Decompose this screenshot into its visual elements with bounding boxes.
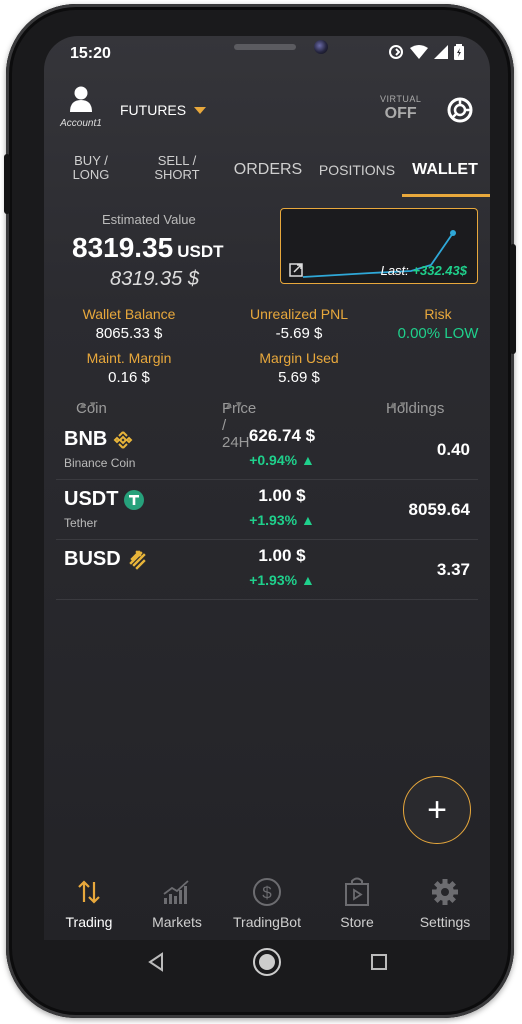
store-bag-icon: [345, 877, 369, 906]
table-row[interactable]: BUSD 1.00 $ +1.93% ▲ 3.37: [56, 540, 478, 600]
tether-coin-icon: [124, 489, 145, 510]
app-screen: 15:20 Account1 FUTURES VIRTUAL OFF BUY /…: [44, 36, 490, 940]
sort-icon: ▲▼: [224, 400, 244, 411]
tab-sell-short[interactable]: SELL / SHORT: [148, 154, 206, 182]
nav-tradingbot[interactable]: $ TradingBot: [222, 874, 312, 930]
coin-holdings: 8059.64: [408, 500, 470, 519]
nav-markets[interactable]: Markets: [132, 874, 222, 930]
speaker-notch: [234, 44, 296, 50]
volume-button: [4, 154, 10, 214]
bottom-nav: Trading Markets $ TradingBot Store Setti…: [44, 868, 490, 940]
estimated-value: 8319.35 USDT: [72, 232, 224, 263]
tab-wallet[interactable]: WALLET: [406, 162, 484, 178]
mode-label: FUTURES: [120, 102, 187, 118]
status-icons: [388, 44, 464, 60]
nav-settings[interactable]: Settings: [400, 874, 490, 930]
coin-holdings: 3.37: [436, 560, 470, 579]
coin-symbol: BUSD: [64, 548, 147, 571]
chevron-down-icon: [194, 106, 207, 114]
sort-icon: ▲▼: [388, 400, 408, 411]
coin-price: 1.00 $: [258, 546, 306, 565]
sort-icon: ▲▼: [78, 400, 98, 411]
risk: Risk 0.00% LOW: [397, 306, 479, 342]
arrows-up-down-icon: [78, 880, 100, 904]
margin-used: Margin Used 5.69 $: [259, 350, 339, 386]
account-button[interactable]: Account1: [58, 86, 104, 129]
last-change: Last: +332.43$: [380, 263, 467, 278]
power-button: [510, 244, 516, 354]
table-row[interactable]: USDT Tether 1.00 $ +1.93% ▲ 8059.64: [56, 480, 478, 540]
external-link-icon[interactable]: [289, 263, 303, 277]
bar-chart-icon: [163, 880, 189, 904]
coin-symbol: BNB: [64, 428, 133, 451]
estimated-value-label: Estimated Value: [102, 212, 196, 227]
signal-icon: [434, 45, 448, 59]
coin-name: Binance Coin: [64, 456, 136, 470]
portfolio-chart-button[interactable]: [446, 96, 474, 129]
tab-positions[interactable]: POSITIONS: [316, 163, 398, 178]
home-icon[interactable]: [252, 947, 282, 977]
nav-trading[interactable]: Trading: [44, 874, 134, 930]
user-icon: [70, 86, 92, 112]
coin-change: +0.94% ▲: [249, 452, 315, 468]
trade-tabs: BUY / LONG SELL / SHORT ORDERS POSITIONS…: [44, 154, 490, 198]
coin-holdings: 0.40: [436, 440, 470, 459]
account-label: Account1: [60, 118, 102, 129]
gear-icon: [432, 879, 458, 905]
battery-icon: [454, 44, 464, 60]
table-row[interactable]: BNB Binance Coin 626.74 $ +0.94% ▲ 0.40: [56, 420, 478, 480]
system-nav-bar: [44, 940, 490, 994]
phone-frame: 15:20 Account1 FUTURES VIRTUAL OFF BUY /…: [4, 4, 516, 1018]
coin-price: 626.74 $: [248, 426, 316, 445]
virtual-label: VIRTUAL: [380, 94, 422, 104]
virtual-toggle[interactable]: VIRTUAL OFF: [380, 94, 421, 123]
active-tab-indicator: [402, 194, 490, 197]
recents-icon[interactable]: [370, 953, 388, 971]
sync-icon: [389, 45, 403, 59]
top-bar: Account1 FUTURES VIRTUAL OFF: [44, 86, 490, 136]
tab-orders[interactable]: ORDERS: [232, 162, 304, 178]
maint-margin: Maint. Margin 0.16 $: [86, 350, 172, 386]
coin-symbol: USDT: [64, 488, 145, 511]
nav-store[interactable]: Store: [312, 874, 402, 930]
virtual-value: OFF: [384, 105, 417, 122]
coin-price: 1.00 $: [258, 486, 306, 505]
coin-change: +1.93% ▲: [249, 512, 315, 528]
svg-text:$: $: [262, 883, 272, 902]
coin-change: +1.93% ▲: [249, 572, 315, 588]
wallet-balance: Wallet Balance 8065.33 $: [82, 306, 176, 342]
balance-mini-chart[interactable]: Last: +332.43$: [280, 208, 478, 284]
unrealized-pnl: Unrealized PNL -5.69 $: [249, 306, 349, 342]
back-icon[interactable]: [146, 952, 166, 972]
coin-name: Tether: [64, 516, 98, 530]
add-button[interactable]: +: [403, 776, 471, 844]
status-time: 15:20: [70, 45, 111, 62]
pie-chart-icon: [447, 97, 473, 123]
dollar-circle-icon: $: [253, 878, 281, 906]
wifi-icon: [410, 45, 428, 59]
tab-buy-long[interactable]: BUY / LONG: [66, 154, 116, 182]
mode-dropdown[interactable]: FUTURES: [120, 102, 207, 118]
busd-coin-icon: [128, 549, 146, 570]
bnb-coin-icon: [113, 430, 133, 449]
front-camera: [314, 40, 328, 54]
estimated-value-usd: 8319.35 $: [110, 268, 199, 290]
